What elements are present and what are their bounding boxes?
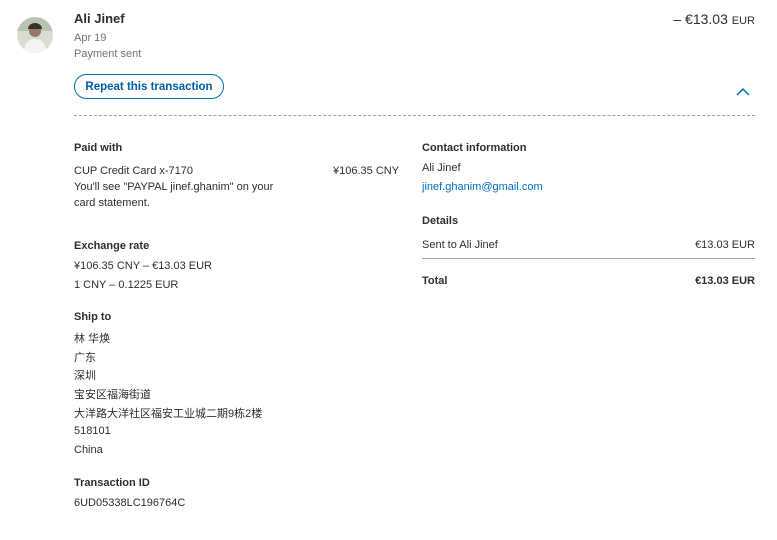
details-heading: Details [422,215,459,227]
transaction-status: Payment sent [74,48,142,60]
contact-info-heading: Contact information [422,142,527,154]
amount-value: – €13.03 [673,11,728,27]
ship-to-line: 深圳 [74,370,96,382]
ship-to-heading: Ship to [74,311,112,323]
ship-to-line: 林 华焕 [74,333,111,345]
chevron-up-icon[interactable] [736,84,750,96]
ship-to-line: 518101 [74,425,111,437]
statement-note-line2: card statement. [74,197,150,209]
ship-to-line: 宝安区福海街道 [74,389,151,401]
statement-note-line1: You'll see "PAYPAL jinef.ghanim" on your [74,181,274,193]
repeat-transaction-button[interactable]: Repeat this transaction [74,74,224,99]
exchange-rate-line2: 1 CNY – 0.1225 EUR [74,279,179,291]
details-row-amount: €13.03 EUR [695,239,755,251]
ship-to-line: 广东 [74,352,96,364]
transaction-date: Apr 19 [74,32,107,44]
ship-to-line: China [74,444,103,456]
transaction-amount: – €13.03 EUR [673,11,755,27]
contact-name: Ali Jinef [422,162,461,174]
contact-email-link[interactable]: jinef.ghanim@gmail.com [422,181,543,193]
total-label: Total [422,275,448,287]
section-divider [74,115,755,116]
exchange-rate-heading: Exchange rate [74,240,150,252]
exchange-rate-line1: ¥106.35 CNY – €13.03 EUR [74,260,212,272]
payment-card-amount: ¥106.35 CNY [333,165,400,177]
counterparty-name: Ali Jinef [74,11,125,26]
paid-with-heading: Paid with [74,142,123,154]
ship-to-line: 大洋路大洋社区福安工业城二期9栋2楼 [74,408,263,420]
details-row-label: Sent to Ali Jinef [422,239,498,251]
payment-card: CUP Credit Card x-7170 [74,165,194,177]
details-divider [422,258,755,259]
amount-currency: EUR [731,15,755,27]
total-amount: €13.03 EUR [695,275,755,287]
avatar [17,17,53,53]
transaction-id-heading: Transaction ID [74,477,150,489]
transaction-id: 6UD05338LC196764C [74,497,186,509]
